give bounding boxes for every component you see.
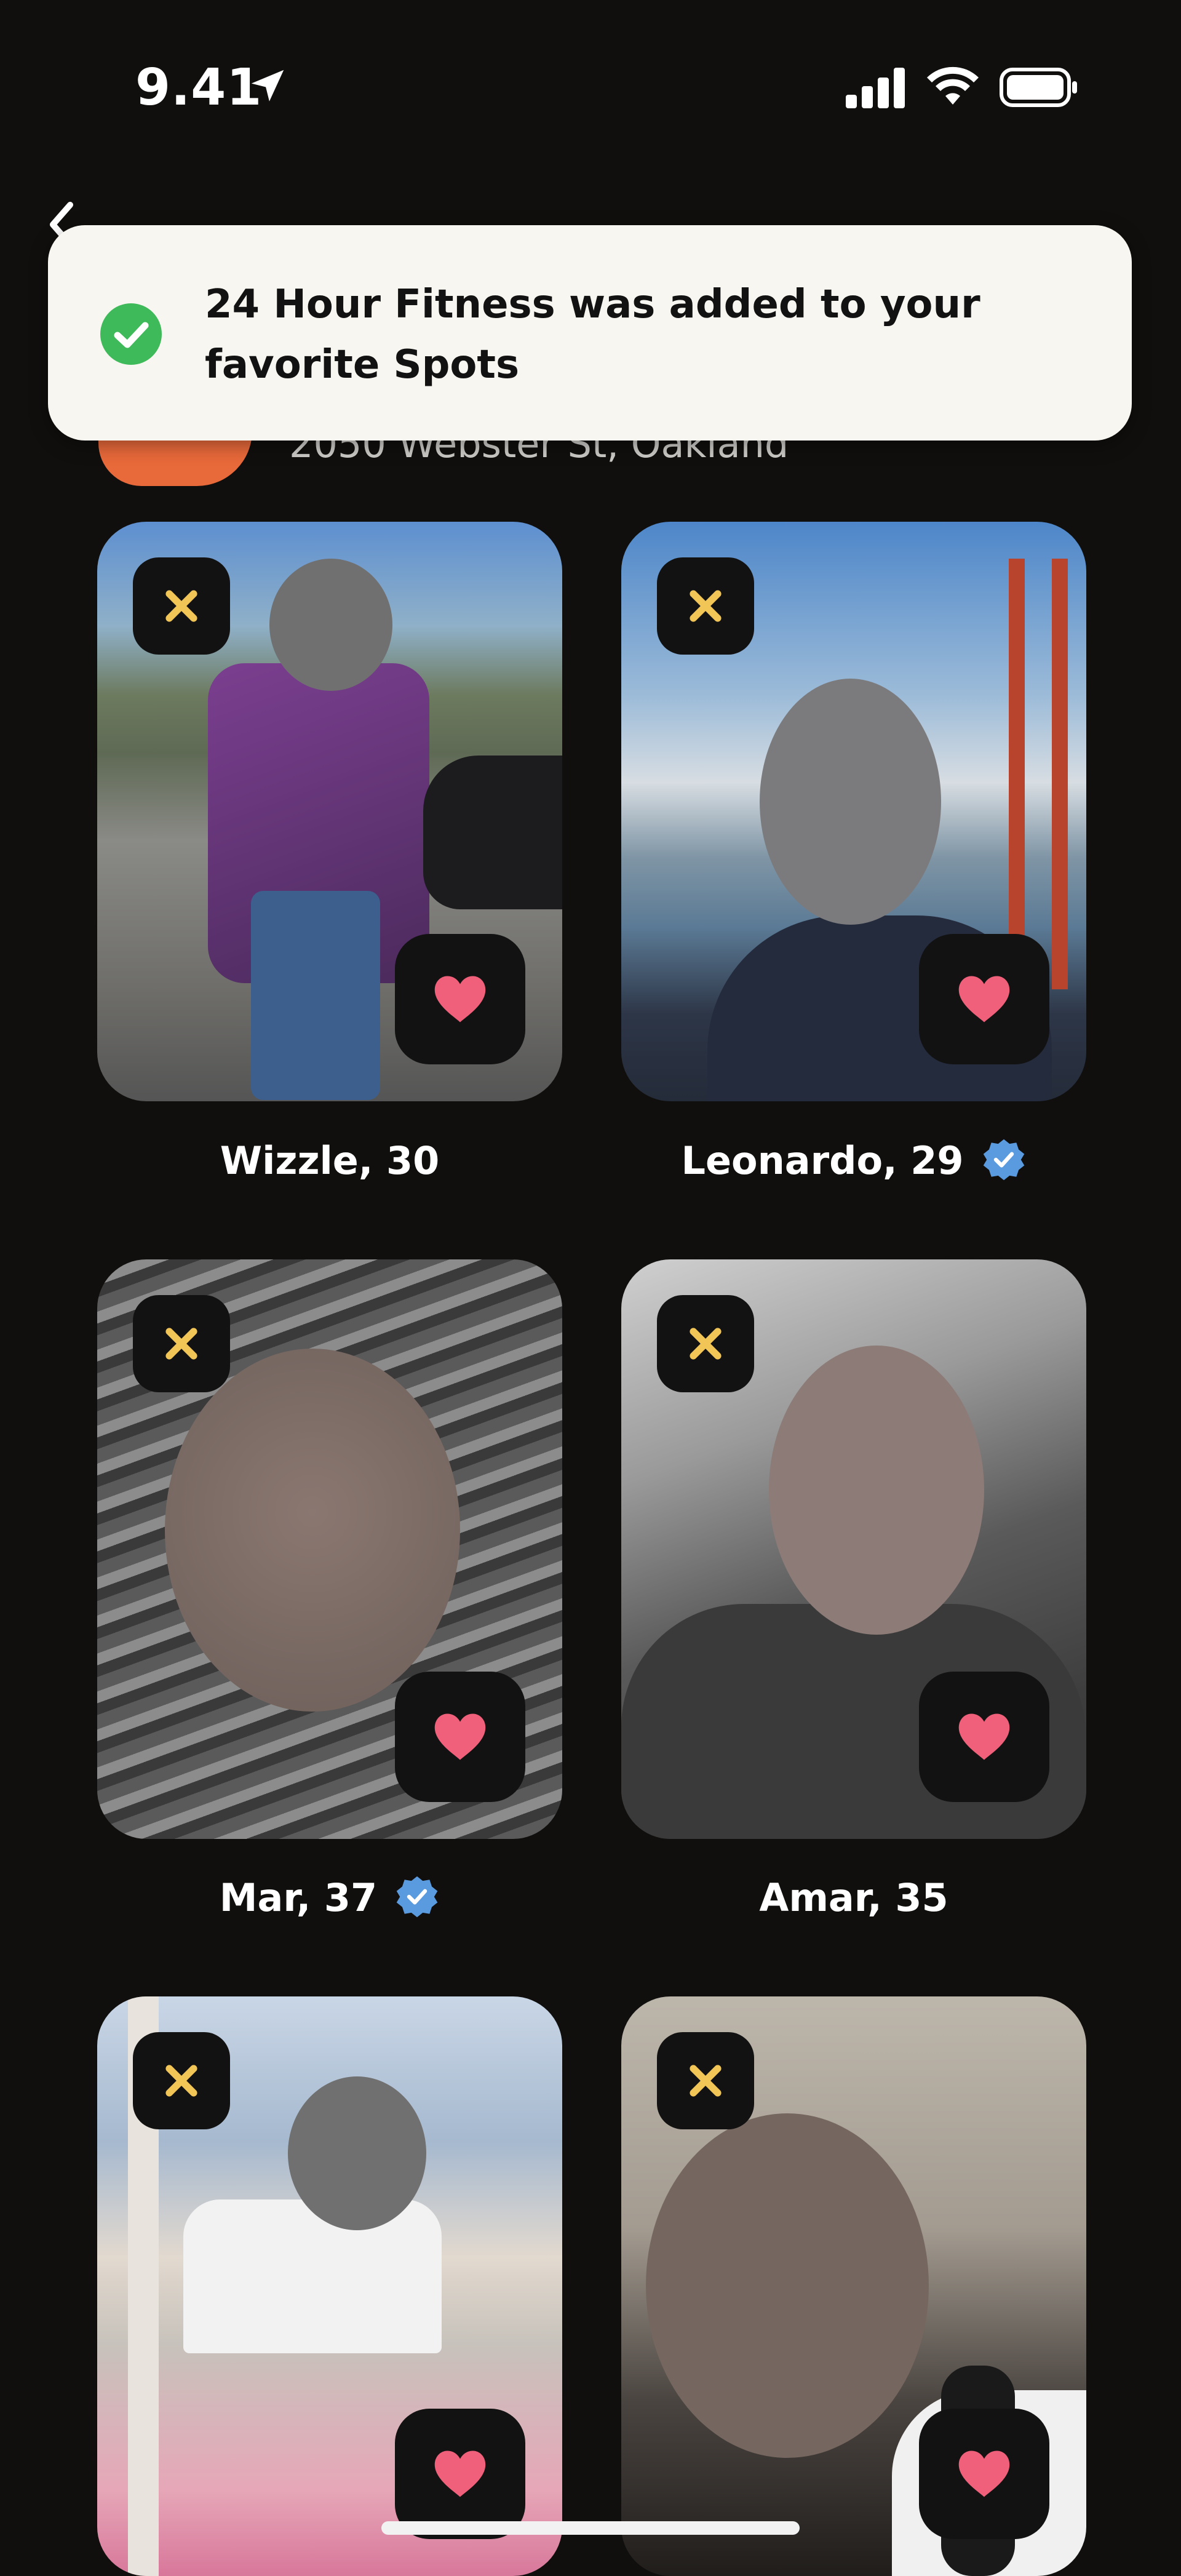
close-icon bbox=[690, 1328, 722, 1360]
heart-icon bbox=[434, 1713, 486, 1760]
blurred-face bbox=[269, 559, 392, 691]
blurred-face bbox=[760, 679, 941, 925]
heart-icon bbox=[434, 2450, 486, 2497]
profile-card[interactable] bbox=[621, 1259, 1086, 1839]
cellular-signal-icon bbox=[846, 68, 905, 108]
like-button[interactable] bbox=[919, 1672, 1049, 1802]
home-indicator[interactable] bbox=[381, 2521, 800, 2535]
blurred-face bbox=[646, 2113, 929, 2458]
profile-name-row: Mar, 37 bbox=[97, 1875, 562, 1923]
profile-card[interactable] bbox=[97, 1259, 562, 1839]
verified-badge-icon bbox=[981, 1137, 1027, 1182]
profile-card[interactable] bbox=[97, 522, 562, 1101]
like-button[interactable] bbox=[919, 934, 1049, 1064]
check-circle-icon bbox=[100, 303, 162, 365]
close-icon bbox=[165, 2065, 197, 2097]
profile-name-row: Amar, 35 bbox=[621, 1875, 1086, 1920]
toast-message: 24 Hour Fitness was added to your favori… bbox=[205, 282, 980, 388]
heart-icon bbox=[434, 976, 486, 1023]
heart-icon bbox=[958, 1713, 1010, 1760]
profile-name-row: Wizzle, 30 bbox=[97, 1138, 562, 1183]
profile-card[interactable] bbox=[97, 1996, 562, 2576]
blurred-face bbox=[288, 2076, 426, 2230]
favorite-added-toast[interactable]: 24 Hour Fitness was added to your favori… bbox=[48, 225, 1132, 441]
like-button[interactable] bbox=[395, 2409, 525, 2539]
verified-badge-icon bbox=[394, 1874, 440, 1920]
close-icon bbox=[165, 590, 197, 622]
battery-icon bbox=[1000, 68, 1077, 107]
profile-name: Mar, 37 bbox=[219, 1875, 378, 1920]
status-time: 9.41 bbox=[135, 58, 263, 117]
profile-name: Wizzle, 30 bbox=[220, 1138, 440, 1183]
blurred-face bbox=[769, 1346, 984, 1635]
dismiss-button[interactable] bbox=[657, 557, 754, 655]
like-button[interactable] bbox=[395, 934, 525, 1064]
status-bar: 9.41 bbox=[0, 0, 1181, 178]
profile-name-row: Leonardo, 29 bbox=[621, 1138, 1086, 1186]
location-arrow-icon bbox=[251, 70, 284, 102]
dismiss-button[interactable] bbox=[133, 2032, 230, 2129]
dismiss-button[interactable] bbox=[657, 1295, 754, 1392]
close-icon bbox=[165, 1328, 197, 1360]
close-icon bbox=[690, 590, 722, 622]
profile-name: Leonardo, 29 bbox=[681, 1138, 964, 1183]
profile-card[interactable] bbox=[621, 522, 1086, 1101]
dismiss-button[interactable] bbox=[657, 2032, 754, 2129]
like-button[interactable] bbox=[919, 2409, 1049, 2539]
wifi-icon bbox=[927, 66, 979, 105]
profile-card[interactable] bbox=[621, 1996, 1086, 2576]
heart-icon bbox=[958, 2450, 1010, 2497]
like-button[interactable] bbox=[395, 1672, 525, 1802]
profile-name: Amar, 35 bbox=[759, 1875, 948, 1920]
blurred-face bbox=[165, 1349, 460, 1712]
close-icon bbox=[690, 2065, 722, 2097]
dismiss-button[interactable] bbox=[133, 557, 230, 655]
heart-icon bbox=[958, 976, 1010, 1023]
dismiss-button[interactable] bbox=[133, 1295, 230, 1392]
